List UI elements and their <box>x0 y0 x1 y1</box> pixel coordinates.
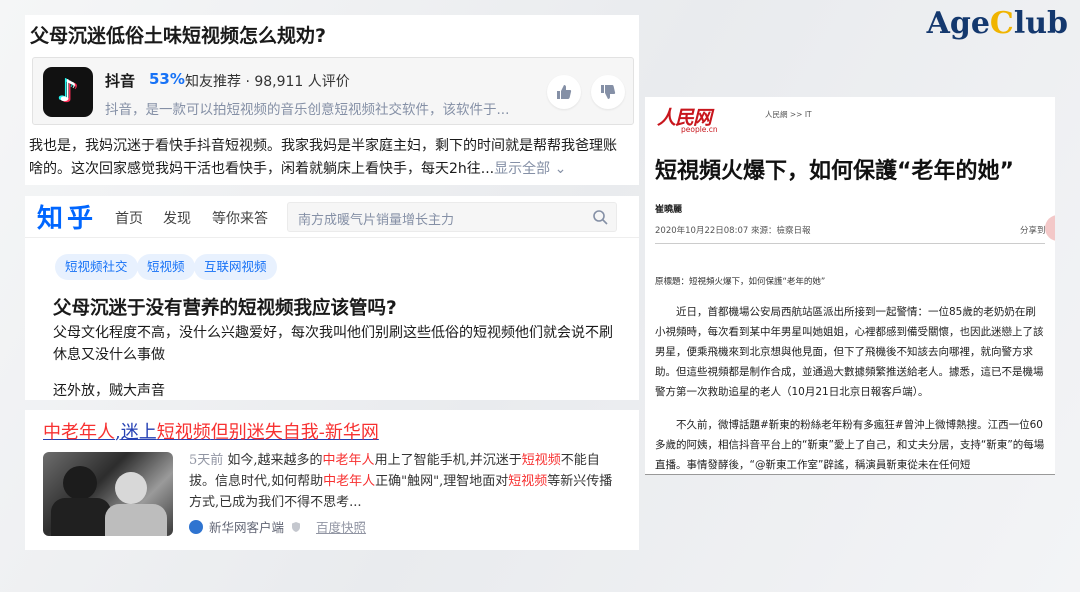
nav-discover[interactable]: 发现 <box>163 208 191 228</box>
answer-excerpt: 我也是，我妈沉迷于看快手抖音短视频。我家我妈是半家庭主妇，剩下的时间就是帮帮我爸… <box>29 138 617 177</box>
result-snippet: 5天前 如今,越来越多的中老年人用上了智能手机,并沉迷于短视频不能自拔。信息时代… <box>189 453 613 510</box>
question-extra: 还外放，贼大声音 <box>53 383 165 399</box>
original-title: 原標題：短視頻火爆下，如何保護“老年的她” <box>655 277 826 287</box>
show-all-link[interactable]: 显示全部 <box>494 161 550 177</box>
shield-icon <box>292 521 301 532</box>
result-source: 新华网客户端 百度快照 <box>189 517 366 536</box>
result-title-link[interactable]: 中老年人,迷上短视频但别迷失自我-新华网 <box>43 418 379 444</box>
search-input[interactable]: 南方成暖气片销量增长主力 <box>287 202 617 232</box>
app-recommend: 知友推荐 · 98,911 人评价 <box>185 74 350 90</box>
zhihu-header: 知乎 首页 发现 等你来答 南方成暖气片销量增长主力 <box>25 196 639 238</box>
zhihu-logo[interactable]: 知乎 <box>37 198 97 235</box>
thumbs-down-icon <box>601 85 616 99</box>
app-desc: 抖音，是一款可以拍短视频的音乐创意短视频社交软件，该软件于... <box>105 102 510 118</box>
topic-tag[interactable]: 短视频社交 <box>55 254 138 280</box>
tiktok-icon: ♪ <box>43 67 93 117</box>
breadcrumb[interactable]: 人民網 >> IT <box>765 109 812 120</box>
zhihu-page: 知乎 首页 发现 等你来答 南方成暖气片销量增长主力 短视频社交 短视频 互联网… <box>25 196 639 400</box>
article-title: 短視頻火爆下，如何保護“老年的她” <box>655 159 1014 184</box>
xinhua-icon <box>189 519 203 534</box>
baidu-search-result: 中老年人,迷上短视频但别迷失自我-新华网 5天前 如今,越来越多的中老年人用上了… <box>25 410 639 550</box>
thumbs-down-button[interactable] <box>591 75 625 109</box>
app-card[interactable]: ♪ 抖音 53% 知友推荐 · 98,911 人评价 抖音，是一款可以拍短视频的… <box>32 57 634 125</box>
topic-tag[interactable]: 短视频 <box>137 254 195 280</box>
topic-tag[interactable]: 互联网视频 <box>194 254 277 280</box>
app-name: 抖音 <box>105 72 136 90</box>
nav-home[interactable]: 首页 <box>115 208 143 228</box>
divider <box>655 243 1045 244</box>
cache-link[interactable]: 百度快照 <box>316 517 366 536</box>
share-icon[interactable] <box>1045 215 1055 241</box>
source-name[interactable]: 新华网客户端 <box>209 517 284 536</box>
question-title[interactable]: 父母沉迷低俗土味短视频怎么规劝? <box>30 21 326 48</box>
thumbs-up-button[interactable] <box>547 75 581 109</box>
zhihu-question-card: 父母沉迷低俗土味短视频怎么规劝? ♪ 抖音 53% 知友推荐 · 98,911 … <box>25 15 639 185</box>
search-icon[interactable] <box>592 209 608 225</box>
thumbs-up-icon <box>557 85 572 99</box>
people-article: 人民网 people.cn 人民網 >> IT 短視頻火爆下，如何保護“老年的她… <box>645 97 1055 475</box>
app-percent: 53% <box>149 70 185 88</box>
nav-answer[interactable]: 等你来答 <box>212 208 268 228</box>
question-title[interactable]: 父母沉迷于没有营养的短视频我应该管吗? <box>53 294 397 320</box>
result-thumbnail[interactable] <box>43 452 173 536</box>
chevron-down-icon[interactable]: ⌄ <box>550 161 567 177</box>
article-paragraph: 不久前，微博話題#靳東的粉絲老年粉有多瘋狂#曾沖上微博熱搜。江西一位60多歲的阿… <box>655 419 1045 471</box>
question-detail: 父母文化程度不高，没什么兴趣爱好，每次我叫他们别刷这些低俗的短视频他们就会说不刷… <box>53 325 613 363</box>
article-meta: 2020年10月22日08:07 來源：檢察日報 <box>655 226 811 236</box>
article-author: 崔曉麗 <box>655 205 683 215</box>
ageclub-logo: AgeClub <box>926 6 1068 41</box>
search-placeholder: 南方成暖气片销量增长主力 <box>298 213 455 228</box>
article-paragraph: 近日，首都機場公安局西航站區派出所接到一起警情：一位85歲的老奶奶在刷小視頻時，… <box>655 306 1044 398</box>
people-logo[interactable]: 人民网 people.cn <box>657 103 718 134</box>
